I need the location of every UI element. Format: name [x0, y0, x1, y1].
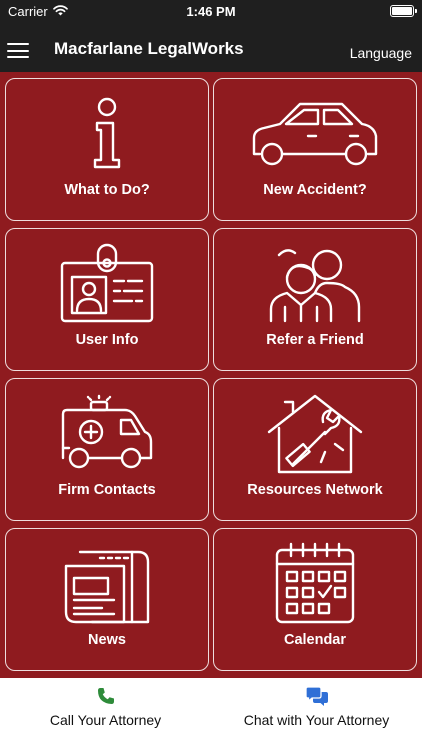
tile-label: User Info: [75, 332, 139, 348]
menu-grid: What to Do? New Accident? User Info Refe…: [0, 72, 422, 678]
status-bar: Carrier 1:46 PM: [0, 0, 422, 24]
language-button[interactable]: Language: [350, 45, 412, 61]
chat-icon: [211, 686, 422, 706]
hamburger-icon[interactable]: [7, 43, 29, 59]
app-title: Macfarlane LegalWorks: [54, 39, 244, 58]
tile-what-to-do[interactable]: What to Do?: [5, 78, 209, 221]
navigation-bar: Macfarlane LegalWorks Language: [0, 24, 422, 72]
call-attorney-label: Call Your Attorney: [49, 712, 162, 728]
tile-label: New Accident?: [263, 182, 367, 198]
tile-resources-network[interactable]: Resources Network: [213, 378, 417, 521]
tile-firm-contacts[interactable]: Firm Contacts: [5, 378, 209, 521]
newspaper-icon: [6, 529, 208, 639]
tile-label: Refer a Friend: [266, 332, 364, 348]
house-tools-icon: [214, 379, 416, 489]
tile-label: What to Do?: [64, 182, 150, 198]
tile-label: News: [88, 632, 126, 648]
ambulance-icon: [6, 379, 208, 489]
tile-refer-a-friend[interactable]: Refer a Friend: [213, 228, 417, 371]
calendar-icon: [214, 529, 416, 639]
info-icon: [6, 79, 208, 189]
battery-icon: [390, 5, 417, 17]
tile-user-info[interactable]: User Info: [5, 228, 209, 371]
bottom-action-bar: Call Your Attorney Chat with Your Attorn…: [0, 678, 422, 750]
chat-attorney-label: Chat with Your Attorney: [243, 712, 390, 728]
call-attorney-button[interactable]: Call Your Attorney: [0, 678, 211, 750]
people-icon: [214, 229, 416, 339]
tile-new-accident[interactable]: New Accident?: [213, 78, 417, 221]
tile-calendar[interactable]: Calendar: [213, 528, 417, 671]
tile-label: Firm Contacts: [58, 482, 156, 498]
tile-label: Calendar: [283, 632, 347, 648]
car-icon: [214, 79, 416, 189]
status-time: 1:46 PM: [186, 4, 236, 19]
phone-icon: [0, 686, 211, 706]
tile-label: Resources Network: [247, 482, 383, 498]
id-card-icon: [6, 229, 208, 339]
chat-attorney-button[interactable]: Chat with Your Attorney: [211, 678, 422, 750]
tile-news[interactable]: News: [5, 528, 209, 671]
